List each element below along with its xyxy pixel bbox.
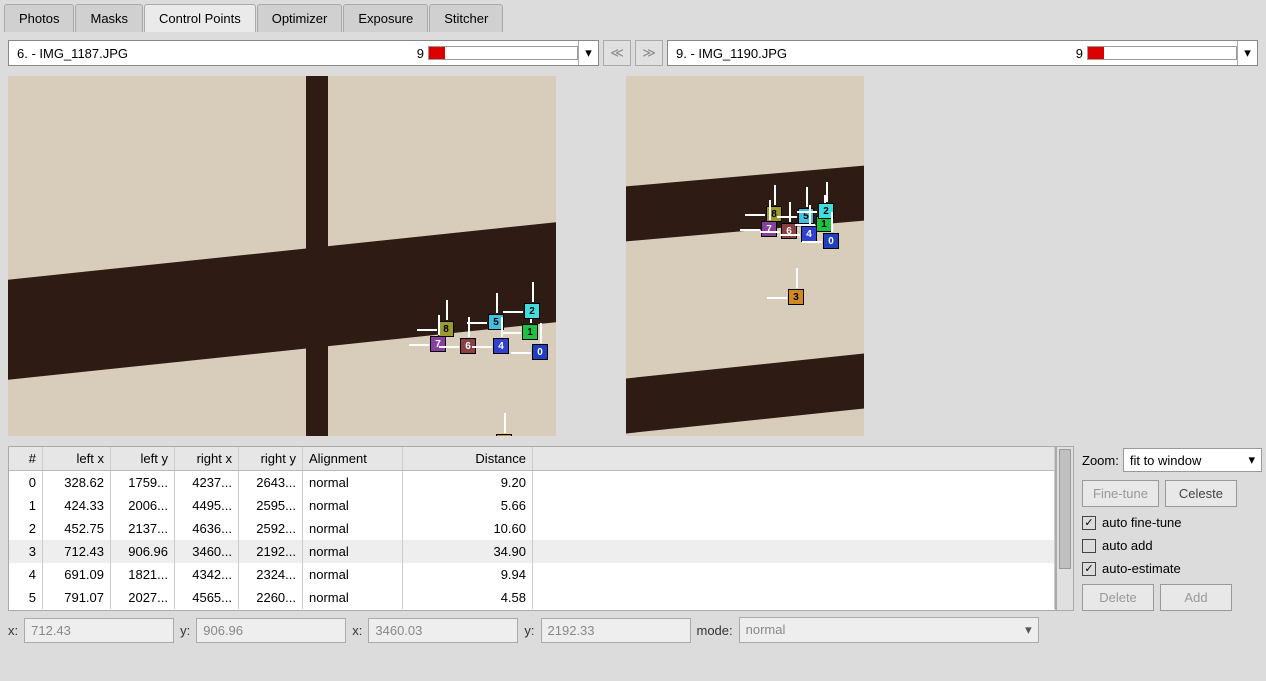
tab-control-points[interactable]: Control Points <box>144 4 256 32</box>
column-header[interactable]: left x <box>43 447 111 470</box>
column-header[interactable]: right x <box>175 447 239 470</box>
x-field[interactable]: 712.43 <box>24 618 174 643</box>
auto-fine-tune-checkbox[interactable]: ✓auto fine-tune <box>1082 515 1262 530</box>
chevron-down-icon: ▾ <box>1248 452 1255 468</box>
left-image-swatch <box>428 46 578 60</box>
chevron-down-icon[interactable]: ▾ <box>1237 41 1257 65</box>
zoom-select[interactable]: fit to window ▾ <box>1123 448 1262 472</box>
control-points-table[interactable]: #left xleft yright xright yAlignmentDist… <box>8 446 1056 611</box>
column-header[interactable]: # <box>9 447 43 470</box>
table-header: #left xleft yright xright yAlignmentDist… <box>9 447 1055 471</box>
table-row[interactable]: 4691.091821...4342...2324...normal9.94 <box>9 563 1055 586</box>
x-label: x: <box>8 623 18 638</box>
right-image-swatch <box>1087 46 1237 60</box>
control-point-0[interactable]: 0 <box>823 233 839 249</box>
y2-field[interactable]: 2192.33 <box>541 618 691 643</box>
column-header[interactable]: Alignment <box>303 447 403 470</box>
y-field[interactable]: 906.96 <box>196 618 346 643</box>
control-point-4[interactable]: 4 <box>493 338 509 354</box>
control-point-4[interactable]: 4 <box>801 226 817 242</box>
tab-bar: PhotosMasksControl PointsOptimizerExposu… <box>0 0 1266 32</box>
tab-optimizer[interactable]: Optimizer <box>257 4 343 32</box>
table-row[interactable]: 1424.332006...4495...2595...normal5.66 <box>9 494 1055 517</box>
right-image-select[interactable]: 9. - IMG_1190.JPG 9 ▾ <box>667 40 1258 66</box>
zoom-label: Zoom: <box>1082 453 1119 468</box>
prev-image-button[interactable]: ≪ <box>603 40 631 66</box>
chevron-down-icon[interactable]: ▾ <box>578 41 598 65</box>
add-button[interactable]: Add <box>1160 584 1232 611</box>
control-point-3[interactable]: 3 <box>496 434 512 436</box>
image-selectors: 6. - IMG_1187.JPG 9 ▾ ≪ ≫ 9. - IMG_1190.… <box>0 32 1266 72</box>
y-label: y: <box>180 623 190 638</box>
control-point-2[interactable]: 2 <box>524 303 540 319</box>
mode-select[interactable]: normal▾ <box>739 617 1039 643</box>
control-point-8[interactable]: 8 <box>438 321 454 337</box>
table-scrollbar[interactable] <box>1056 446 1074 611</box>
delete-button[interactable]: Delete <box>1082 584 1154 611</box>
tab-photos[interactable]: Photos <box>4 4 74 32</box>
table-row[interactable]: 3712.43906.963460...2192...normal34.90 <box>9 540 1055 563</box>
right-image-label: 9. - IMG_1190.JPG <box>668 46 1072 61</box>
control-point-3[interactable]: 3 <box>788 289 804 305</box>
tab-stitcher[interactable]: Stitcher <box>429 4 503 32</box>
coordinate-fields: x: 712.43 y: 906.96 x: 3460.03 y: 2192.3… <box>0 611 1266 649</box>
left-image-label: 6. - IMG_1187.JPG <box>9 46 413 61</box>
celeste-button[interactable]: Celeste <box>1165 480 1237 507</box>
right-image-panel[interactable]: 876541203 <box>626 76 864 436</box>
right-image-num: 9 <box>1072 46 1087 61</box>
control-point-7[interactable]: 7 <box>761 221 777 237</box>
x2-field[interactable]: 3460.03 <box>368 618 518 643</box>
mode-label: mode: <box>697 623 733 638</box>
tab-masks[interactable]: Masks <box>75 4 143 32</box>
column-header[interactable]: Distance <box>403 447 533 470</box>
y2-label: y: <box>524 623 534 638</box>
next-image-button[interactable]: ≫ <box>635 40 663 66</box>
table-row[interactable]: 2452.752137...4636...2592...normal10.60 <box>9 517 1055 540</box>
auto-add-checkbox[interactable]: auto add <box>1082 538 1262 553</box>
x2-label: x: <box>352 623 362 638</box>
zoom-value: fit to window <box>1130 453 1202 468</box>
column-header[interactable] <box>533 447 1055 470</box>
control-point-1[interactable]: 1 <box>522 324 538 340</box>
control-point-0[interactable]: 0 <box>532 344 548 360</box>
table-row[interactable]: 5791.072027...4565...2260...normal4.58 <box>9 586 1055 609</box>
left-image-select[interactable]: 6. - IMG_1187.JPG 9 ▾ <box>8 40 599 66</box>
column-header[interactable]: right y <box>239 447 303 470</box>
left-image-panel[interactable]: 876541203 <box>8 76 556 436</box>
tab-exposure[interactable]: Exposure <box>343 4 428 32</box>
table-row[interactable]: 0328.621759...4237...2643...normal9.20 <box>9 471 1055 494</box>
image-panels: 876541203 876541203 <box>0 72 1266 442</box>
left-image-num: 9 <box>413 46 428 61</box>
auto-estimate-checkbox[interactable]: ✓auto-estimate <box>1082 561 1262 576</box>
fine-tune-button[interactable]: Fine-tune <box>1082 480 1159 507</box>
side-controls: Zoom: fit to window ▾ Fine-tune Celeste … <box>1082 446 1262 611</box>
control-point-7[interactable]: 7 <box>430 336 446 352</box>
column-header[interactable]: left y <box>111 447 175 470</box>
